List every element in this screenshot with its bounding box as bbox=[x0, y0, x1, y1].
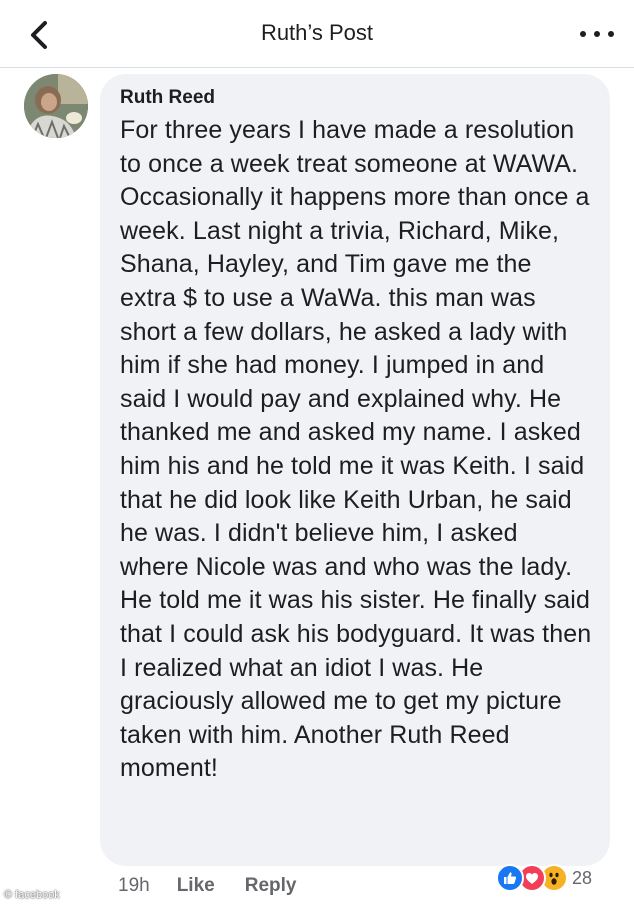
page-title: Ruth’s Post bbox=[260, 20, 374, 45]
comment-author[interactable]: Ruth Reed bbox=[120, 87, 592, 109]
more-options-button[interactable] bbox=[580, 22, 614, 46]
reaction-summary[interactable]: 28 bbox=[496, 862, 592, 894]
like-button[interactable]: Like bbox=[177, 875, 215, 897]
top-bar: Ruth’s Post bbox=[0, 0, 634, 68]
comment-timestamp[interactable]: 19h bbox=[118, 875, 150, 897]
more-dot-icon bbox=[608, 31, 614, 37]
reaction-count: 28 bbox=[572, 867, 593, 888]
profile-photo bbox=[24, 74, 88, 138]
watermark: © facebook bbox=[4, 889, 60, 901]
comment-actions: 19h Like Reply bbox=[118, 872, 326, 900]
reply-button[interactable]: Reply bbox=[245, 875, 297, 897]
comment-text: For three years I have made a resolution… bbox=[120, 116, 592, 783]
more-dot-icon bbox=[580, 31, 586, 37]
avatar[interactable] bbox=[24, 74, 88, 138]
more-dot-icon bbox=[594, 31, 600, 37]
like-icon bbox=[496, 864, 524, 892]
comment-bubble: Ruth Reed For three years I have made a … bbox=[100, 74, 610, 866]
